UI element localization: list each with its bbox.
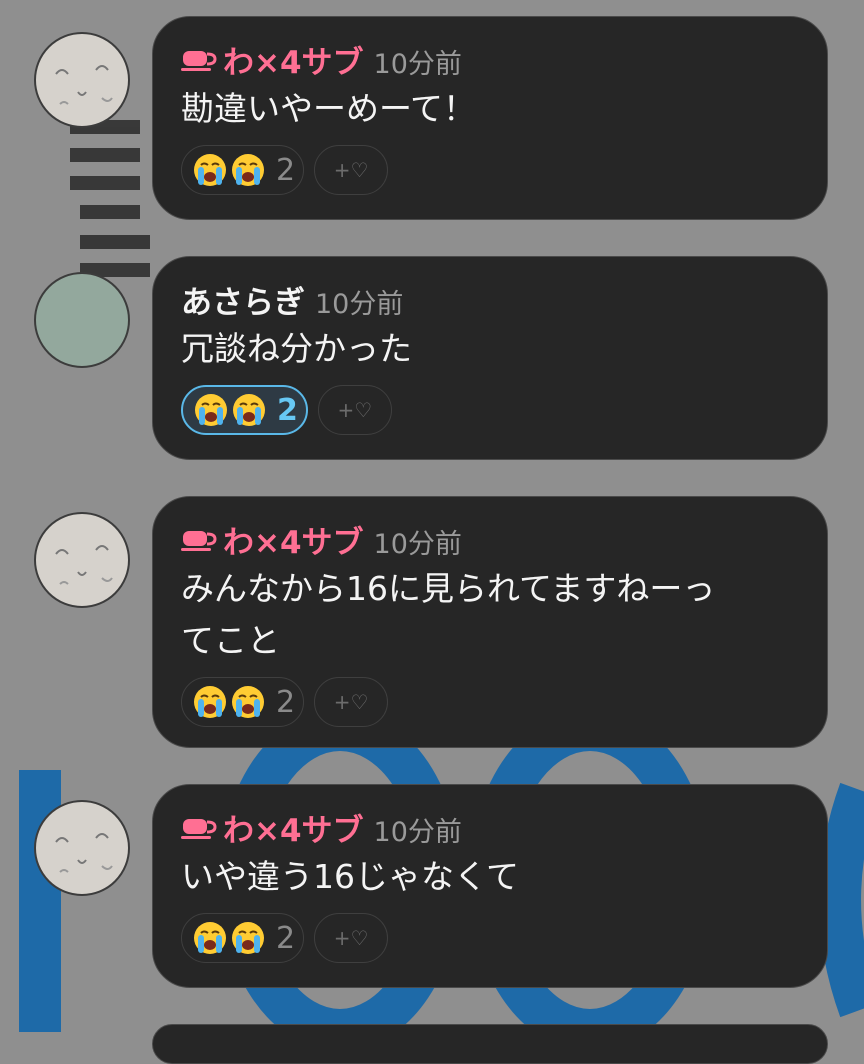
loudly-crying-face-icon bbox=[233, 394, 265, 426]
loudly-crying-face-icon bbox=[194, 154, 226, 186]
timestamp: 10分前 bbox=[373, 529, 462, 560]
reaction-chip[interactable]: 2 bbox=[181, 677, 305, 727]
reaction-chip[interactable]: 2 bbox=[181, 145, 305, 195]
user-avatar[interactable] bbox=[34, 512, 130, 608]
coffee-cup-icon bbox=[181, 51, 217, 71]
reaction-count: 2 bbox=[276, 920, 296, 956]
reaction-row: 2 +♡ bbox=[181, 385, 799, 435]
message-text: 勘違いやーめーて！ bbox=[181, 89, 477, 128]
author-name[interactable]: わ×4サブ bbox=[223, 805, 364, 850]
message-bubble-partial[interactable] bbox=[152, 1024, 828, 1064]
message-bubble[interactable]: わ×4サブ 10分前 勘違いやーめーて！ 2 +♡ bbox=[152, 16, 828, 220]
loudly-crying-face-icon bbox=[194, 686, 226, 718]
add-reaction-button[interactable]: +♡ bbox=[317, 385, 392, 435]
reaction-chip[interactable]: 2 bbox=[181, 913, 305, 963]
timestamp: 10分前 bbox=[315, 289, 404, 320]
doodle-face-icon bbox=[55, 833, 113, 873]
message-bubble[interactable]: あさらぎ 10分前 冗談ね分かった 2 +♡ bbox=[152, 256, 828, 460]
reaction-row: 2 +♡ bbox=[181, 145, 799, 195]
message-header: わ×4サブ 10分前 bbox=[181, 517, 799, 562]
reaction-count: 2 bbox=[277, 392, 298, 428]
loudly-crying-face-icon bbox=[232, 922, 264, 954]
timestamp: 10分前 bbox=[373, 49, 462, 80]
timestamp: 10分前 bbox=[373, 817, 462, 848]
message-header: わ×4サブ 10分前 bbox=[181, 805, 799, 850]
doodle-face-icon bbox=[55, 545, 113, 585]
reaction-row: 2 +♡ bbox=[181, 913, 799, 963]
add-reaction-button[interactable]: +♡ bbox=[314, 145, 389, 195]
loudly-crying-face-icon bbox=[232, 154, 264, 186]
message-bubble[interactable]: わ×4サブ 10分前 いや違う16じゃなくて 2 +♡ bbox=[152, 784, 828, 988]
message-header: わ×4サブ 10分前 bbox=[181, 37, 799, 82]
message-text: 冗談ね分かった bbox=[181, 329, 412, 368]
user-avatar[interactable] bbox=[34, 800, 130, 896]
coffee-cup-icon bbox=[181, 531, 217, 551]
reaction-chip-selected[interactable]: 2 bbox=[181, 385, 308, 435]
message-header: あさらぎ 10分前 bbox=[181, 277, 799, 322]
loudly-crying-face-icon bbox=[232, 686, 264, 718]
message-text: いや違う16じゃなくて bbox=[181, 857, 520, 896]
author-name[interactable]: あさらぎ bbox=[181, 277, 305, 322]
doodle-face-icon bbox=[55, 65, 113, 105]
user-avatar[interactable] bbox=[34, 32, 130, 128]
author-name[interactable]: わ×4サブ bbox=[223, 517, 364, 562]
reaction-count: 2 bbox=[276, 684, 296, 720]
add-reaction-button[interactable]: +♡ bbox=[314, 677, 389, 727]
loudly-crying-face-icon bbox=[195, 394, 227, 426]
message-text: みんなから16に見られてますねーっ てこと bbox=[181, 569, 716, 660]
author-name[interactable]: わ×4サブ bbox=[223, 37, 364, 82]
add-reaction-button[interactable]: +♡ bbox=[314, 913, 389, 963]
reaction-count: 2 bbox=[276, 152, 296, 188]
loudly-crying-face-icon bbox=[194, 922, 226, 954]
reaction-row: 2 +♡ bbox=[181, 677, 799, 727]
message-bubble[interactable]: わ×4サブ 10分前 みんなから16に見られてますねーっ てこと 2 +♡ bbox=[152, 496, 828, 748]
user-avatar[interactable] bbox=[34, 272, 130, 368]
coffee-cup-icon bbox=[181, 819, 217, 839]
